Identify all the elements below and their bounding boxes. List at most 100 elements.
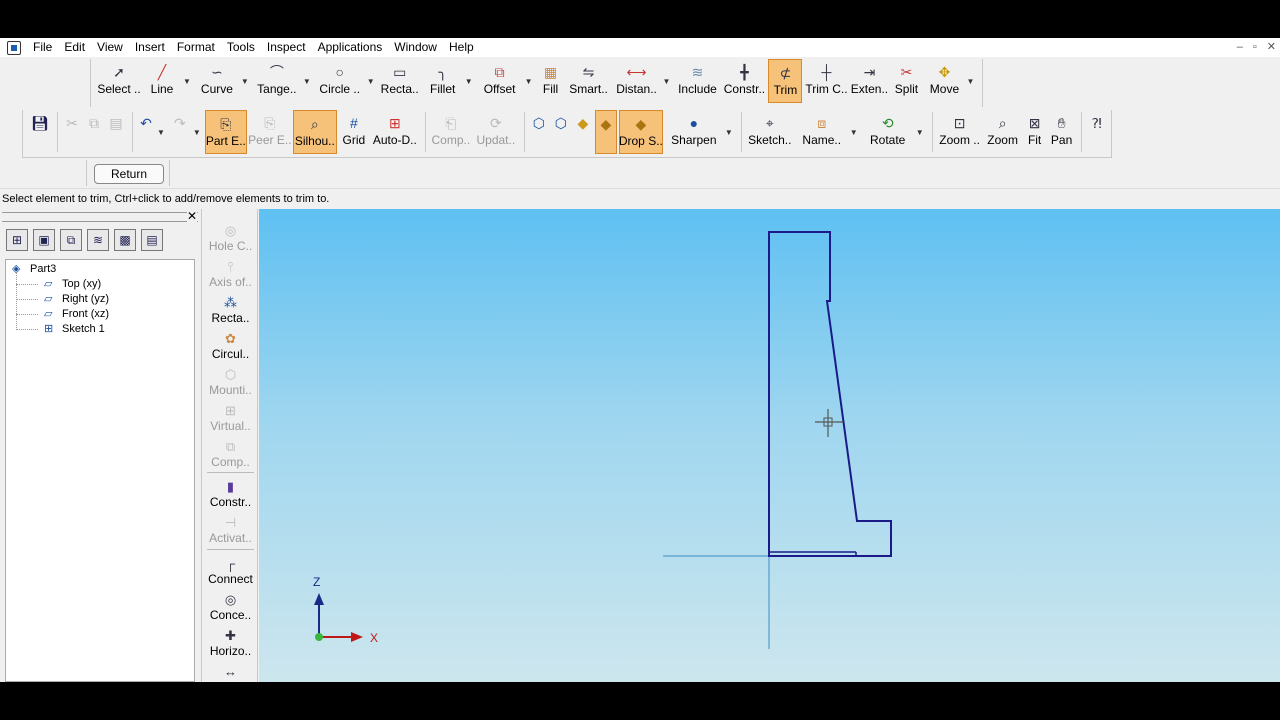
view-dimetric-button[interactable]: ⬡ bbox=[551, 110, 571, 154]
save-button[interactable]: 💾︎ bbox=[29, 110, 51, 154]
menu-format[interactable]: Format bbox=[171, 38, 221, 57]
mounting-boss-button[interactable]: ⬡ Mounti.. bbox=[202, 367, 259, 397]
include-button[interactable]: ≋ Include bbox=[674, 59, 720, 103]
redo-dropdown-icon[interactable]: ▼ bbox=[193, 128, 201, 137]
layers-icon[interactable]: ▣ bbox=[33, 229, 55, 251]
concentric-relation-button[interactable]: ◎ Conce.. bbox=[202, 592, 259, 622]
offset-dropdown-icon[interactable]: ▼ bbox=[525, 77, 533, 86]
fillet-dropdown-icon[interactable]: ▼ bbox=[465, 77, 473, 86]
rotate-button[interactable]: ⟲ Rotate bbox=[862, 110, 914, 154]
virtual-sharp-button[interactable]: ⊞ Virtual.. bbox=[202, 403, 259, 433]
close-icon[interactable]: ✕ bbox=[186, 209, 197, 223]
zoom-area-button[interactable]: ⊡ Zoom .. bbox=[937, 110, 983, 154]
sharpen-button[interactable]: ● Sharpen bbox=[665, 110, 723, 154]
menu-window[interactable]: Window bbox=[388, 38, 443, 57]
auto-dimension-button[interactable]: ⊞ Auto-D.. bbox=[371, 110, 419, 154]
axis-of-symmetry-button[interactable]: ⫯ Axis of.. bbox=[202, 259, 259, 289]
tree-item-right-plane[interactable]: ▱ Right (yz) bbox=[44, 293, 109, 305]
fit-button[interactable]: ⊠ Fit bbox=[1023, 110, 1047, 154]
tree-view-icon[interactable]: ⊞ bbox=[6, 229, 28, 251]
trim-button[interactable]: ⊄ Trim bbox=[768, 59, 803, 103]
copy-button[interactable]: ⧉ bbox=[84, 110, 104, 154]
zoom-button[interactable]: ⌕ Zoom bbox=[985, 110, 1021, 154]
rotate-dropdown-icon[interactable]: ▼ bbox=[916, 128, 924, 137]
trim-corner-button[interactable]: ┼ Trim C.. bbox=[804, 59, 848, 103]
properties-icon[interactable]: ▤ bbox=[141, 229, 163, 251]
menu-edit[interactable]: Edit bbox=[58, 38, 91, 57]
pan-button[interactable]: ✋︎ Pan bbox=[1049, 110, 1075, 154]
distance-dropdown-icon[interactable]: ▼ bbox=[663, 77, 671, 86]
graphics-viewport[interactable]: Z X bbox=[259, 209, 1280, 682]
redo-button[interactable]: ↷ bbox=[169, 110, 191, 154]
component-button[interactable]: ⧉ Comp.. bbox=[202, 439, 259, 469]
part-environment-button[interactable]: ⎘ Part E.. bbox=[204, 110, 247, 154]
paste-button[interactable]: ▤ bbox=[106, 110, 126, 154]
peer-environment-button[interactable]: ⎘ Peer E.. bbox=[248, 110, 291, 154]
restore-button[interactable]: ▫ bbox=[1253, 38, 1257, 57]
grid-button[interactable]: # Grid bbox=[339, 110, 369, 154]
compare-button[interactable]: ⎗ Comp.. bbox=[430, 110, 472, 154]
line-dropdown-icon[interactable]: ▼ bbox=[183, 77, 191, 86]
connect-relation-button[interactable]: ┌ Connect bbox=[202, 556, 259, 586]
circle-tool-button[interactable]: ○ Circle .. bbox=[315, 59, 365, 103]
circle-dropdown-icon[interactable]: ▼ bbox=[367, 77, 375, 86]
cut-button[interactable]: ✂ bbox=[62, 110, 82, 154]
construction-toggle-button[interactable]: ▮ Constr.. bbox=[202, 479, 259, 509]
move-dropdown-icon[interactable]: ▼ bbox=[966, 77, 974, 86]
sensors-icon[interactable]: ▩ bbox=[114, 229, 136, 251]
menu-applications[interactable]: Applications bbox=[312, 38, 389, 57]
update-button[interactable]: ⟳ Updat.. bbox=[474, 110, 518, 154]
tree-item-top-plane[interactable]: ▱ Top (xy) bbox=[44, 278, 101, 290]
sharpen-dropdown-icon[interactable]: ▼ bbox=[725, 128, 733, 137]
activate-button[interactable]: ⊣ Activat.. bbox=[202, 515, 259, 545]
help-button[interactable]: ⁈ bbox=[1086, 110, 1108, 154]
split-button[interactable]: ✂ Split bbox=[890, 59, 922, 103]
silhouette-button[interactable]: ⌕ Silhou.. bbox=[292, 110, 337, 154]
sketch-canvas[interactable] bbox=[259, 209, 1280, 682]
relations-icon[interactable]: ≋ bbox=[87, 229, 109, 251]
rectangular-pattern-button[interactable]: ⁂ Recta.. bbox=[202, 295, 259, 325]
curve-tool-button[interactable]: ∽ Curve bbox=[195, 59, 239, 103]
select-tool-button[interactable]: ➚ Select .. bbox=[97, 59, 141, 103]
move-button[interactable]: ✥ Move bbox=[924, 59, 964, 103]
menu-file[interactable]: File bbox=[27, 38, 58, 57]
features-icon[interactable]: ⧉ bbox=[60, 229, 82, 251]
menu-view[interactable]: View bbox=[91, 38, 129, 57]
menu-tools[interactable]: Tools bbox=[221, 38, 261, 57]
menu-help[interactable]: Help bbox=[443, 38, 480, 57]
minimize-button[interactable]: – bbox=[1237, 38, 1243, 57]
fill-tool-button[interactable]: ▦ Fill bbox=[537, 59, 565, 103]
undo-dropdown-icon[interactable]: ▼ bbox=[157, 128, 165, 137]
collinear-relation-button[interactable]: ↔ bbox=[202, 664, 259, 680]
offset-tool-button[interactable]: ⧉ Offset bbox=[477, 59, 523, 103]
construction-button[interactable]: ╋ Constr.. bbox=[722, 59, 766, 103]
sketch-view-button[interactable]: ⌖ Sketch.. bbox=[746, 110, 794, 154]
named-view-dropdown-icon[interactable]: ▼ bbox=[850, 128, 858, 137]
fillet-tool-button[interactable]: ╮ Fillet bbox=[423, 59, 463, 103]
circular-pattern-button[interactable]: ✿ Circul.. bbox=[202, 331, 259, 361]
tree-root-part[interactable]: ◈ Part3 bbox=[12, 263, 56, 275]
close-button[interactable]: ✕ bbox=[1267, 38, 1276, 57]
distance-button[interactable]: ⟷ Distan.. bbox=[613, 59, 661, 103]
hole-circle-button[interactable]: ◎ Hole C.. bbox=[202, 223, 259, 253]
tree-item-sketch[interactable]: ⊞ Sketch 1 bbox=[44, 323, 105, 335]
drop-shadow-button[interactable]: ◆ Drop S.. bbox=[618, 110, 663, 154]
smart-dimension-button[interactable]: ⇋ Smart.. bbox=[567, 59, 611, 103]
named-view-button[interactable]: ⧈ Name.. bbox=[796, 110, 848, 154]
tangent-arc-button[interactable]: ⌒ Tange.. bbox=[253, 59, 301, 103]
line-tool-button[interactable]: ╱ Line bbox=[143, 59, 181, 103]
menu-inspect[interactable]: Inspect bbox=[261, 38, 312, 57]
tree-item-front-plane[interactable]: ▱ Front (xz) bbox=[44, 308, 109, 320]
view-iso-button[interactable]: ⬡ bbox=[529, 110, 549, 154]
horizontal-vertical-relation-button[interactable]: ✚ Horizo.. bbox=[202, 628, 259, 658]
extend-button[interactable]: ⇥ Exten.. bbox=[850, 59, 888, 103]
sketch-profile[interactable] bbox=[768, 231, 892, 557]
menu-insert[interactable]: Insert bbox=[129, 38, 171, 57]
tangent-dropdown-icon[interactable]: ▼ bbox=[303, 77, 311, 86]
view-shaded-edges-button[interactable]: ◆ bbox=[594, 110, 617, 154]
view-shaded-button[interactable]: ◆ bbox=[573, 110, 593, 154]
rectangle-tool-button[interactable]: ▭ Recta.. bbox=[379, 59, 421, 103]
undo-button[interactable]: ↶ bbox=[137, 110, 155, 154]
curve-dropdown-icon[interactable]: ▼ bbox=[241, 77, 249, 86]
return-button[interactable]: Return bbox=[94, 164, 164, 184]
